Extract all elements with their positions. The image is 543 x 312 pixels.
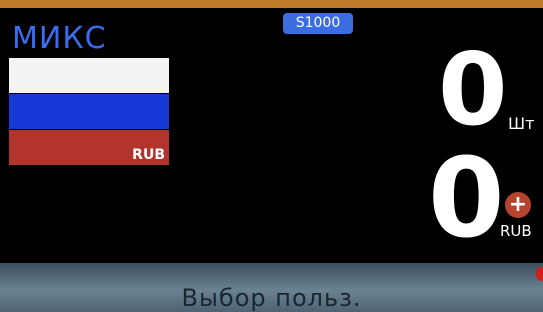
status-bar[interactable]: Выбор польз. [0,263,543,312]
plus-icon[interactable]: + [505,192,531,218]
flag-stripe-blue [9,94,169,129]
model-badge: S1000 [283,13,353,34]
currency-code: RUB [132,147,165,163]
counter-display-screen: МИКС S1000 RUB 0 Шт 0 + RUB Выбор польз. [0,0,543,312]
amount-value: 0 [428,134,505,262]
pieces-unit-label: Шт [508,114,535,133]
top-bezel [0,0,543,8]
mode-label[interactable]: МИКС [12,22,107,56]
currency-flag[interactable]: RUB [9,58,169,165]
indicator-dot [536,267,543,281]
amount-currency-label: RUB [500,222,532,240]
flag-stripe-white [9,58,169,93]
status-text: Выбор польз. [181,284,362,312]
pieces-count-value: 0 [438,31,508,148]
